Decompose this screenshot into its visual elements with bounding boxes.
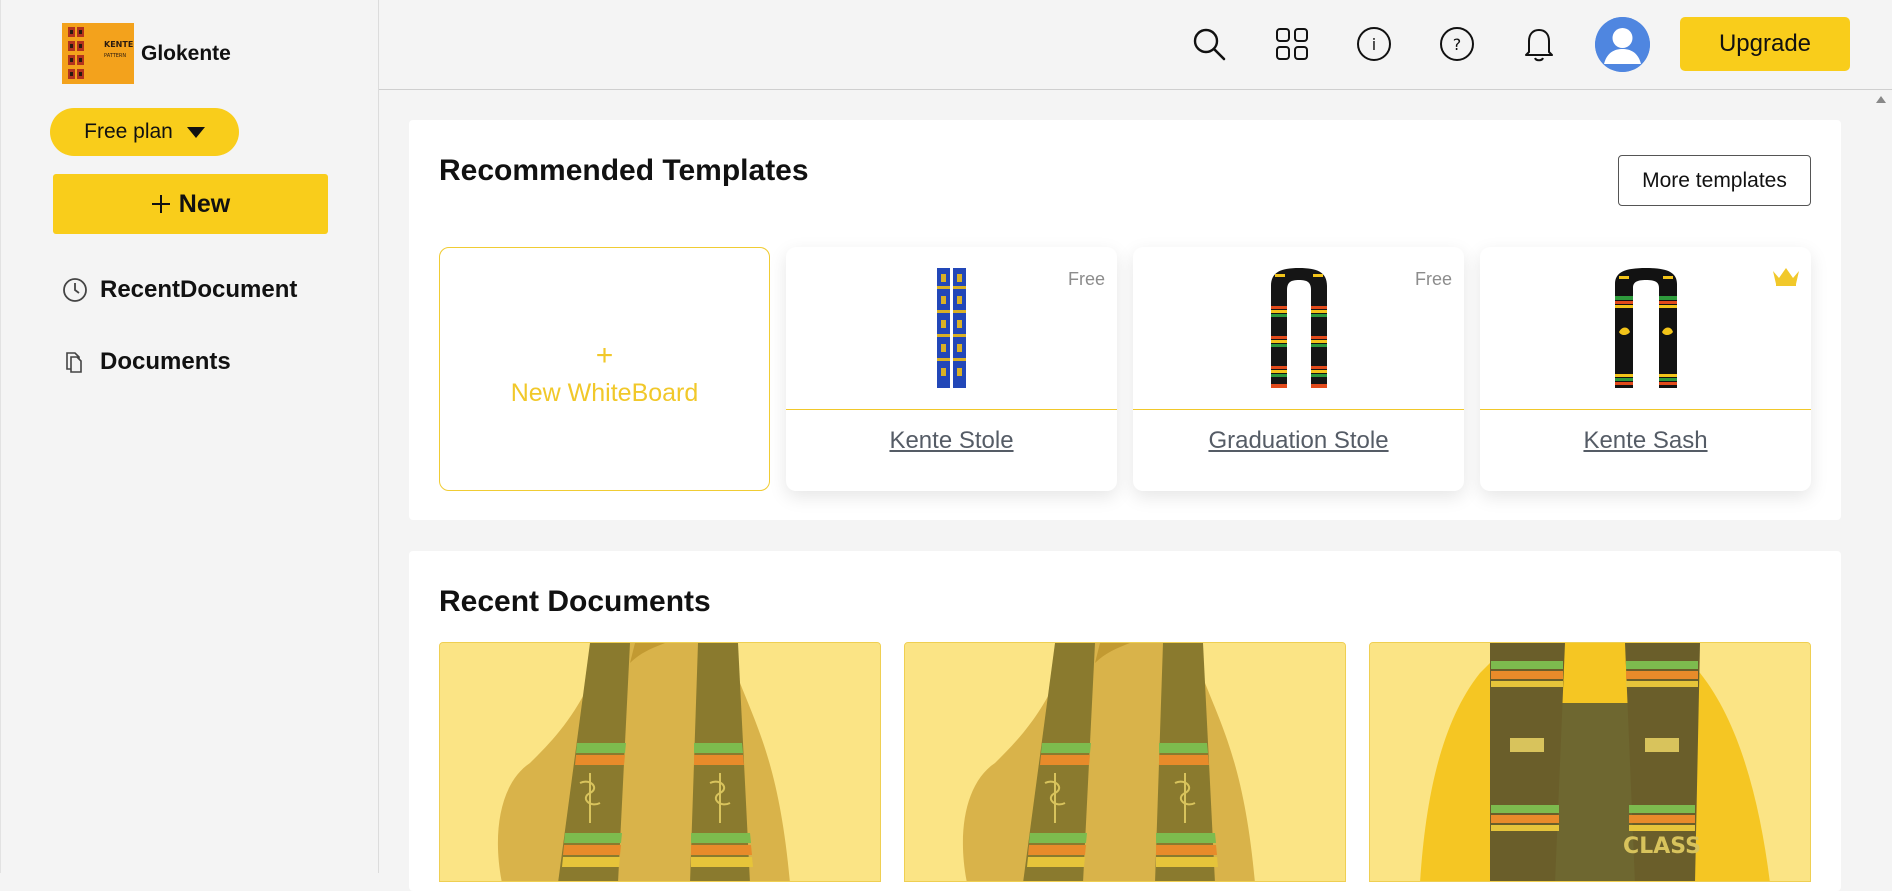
svg-text:?: ? [1453,35,1462,54]
template-thumbnail [1480,247,1811,410]
template-name[interactable]: Kente Stole [786,427,1117,455]
sidebar: KENTE PATTERN Glokente Free plan New Rec… [0,0,379,873]
avatar[interactable] [1595,17,1650,72]
svg-text:KENTE: KENTE [104,40,133,49]
kente-sash-thumbnail [1614,268,1677,388]
template-name[interactable]: Kente Sash [1480,427,1811,455]
new-whiteboard-label: New WhiteBoard [510,378,699,407]
brand[interactable]: KENTE PATTERN Glokente [62,23,231,84]
sidebar-item-label: Documents [100,348,231,375]
free-badge: Free [1414,269,1452,289]
templates-title: Recommended Templates [439,154,809,187]
templates-panel: Recommended Templates More templates + N… [409,120,1841,520]
documents-icon [66,352,82,373]
topbar [379,0,1892,90]
svg-text:i: i [1372,35,1376,54]
plan-dropdown-button[interactable]: Free plan [50,108,239,156]
plan-label: Free plan [84,120,173,143]
upgrade-button[interactable]: Upgrade [1680,17,1850,71]
document-thumbnail [905,643,1345,881]
search-icon[interactable] [1189,24,1229,64]
plus-icon: + [595,338,614,372]
recent-documents-title: Recent Documents [439,585,711,618]
info-icon[interactable]: i [1354,24,1394,64]
recent-document-card[interactable] [904,642,1346,882]
recent-documents-panel: Recent Documents CLASS [409,551,1841,891]
new-whiteboard-card[interactable]: + New WhiteBoard [439,247,770,491]
kente-stole-thumbnail [936,268,966,388]
app-name: Glokente [141,41,231,65]
plus-icon [151,195,170,213]
grid-icon[interactable] [1272,24,1312,64]
bell-icon[interactable] [1519,24,1559,64]
sidebar-item-label: RecentDocument [100,276,298,303]
help-icon[interactable]: ? [1437,24,1477,64]
caret-down-icon [186,126,205,138]
crown-icon [1773,268,1799,286]
template-card-kente-sash[interactable]: Kente Sash [1480,247,1811,491]
template-card-kente-stole[interactable]: Free Kente Stole [786,247,1117,491]
new-label: New [178,189,231,218]
scroll-up-arrow-icon[interactable] [1876,96,1886,103]
document-thumbnail: CLASS [1370,643,1810,881]
clock-icon [63,278,87,302]
sidebar-item-documents[interactable]: Documents [62,348,231,376]
template-card-graduation-stole[interactable]: Free Graduation Stole [1133,247,1464,491]
sidebar-item-recent-document[interactable]: RecentDocument [62,276,297,304]
document-thumbnail [440,643,880,881]
svg-text:PATTERN: PATTERN [104,53,126,59]
new-button[interactable]: New [53,174,328,234]
recent-document-card[interactable]: CLASS [1369,642,1811,882]
free-badge: Free [1067,269,1105,289]
graduation-stole-thumbnail [1270,268,1327,388]
template-name[interactable]: Graduation Stole [1133,427,1464,455]
svg-text:CLASS: CLASS [1623,834,1701,859]
kente-logo: KENTE PATTERN [62,23,134,84]
recent-document-card[interactable] [439,642,881,882]
more-templates-button[interactable]: More templates [1618,155,1811,206]
